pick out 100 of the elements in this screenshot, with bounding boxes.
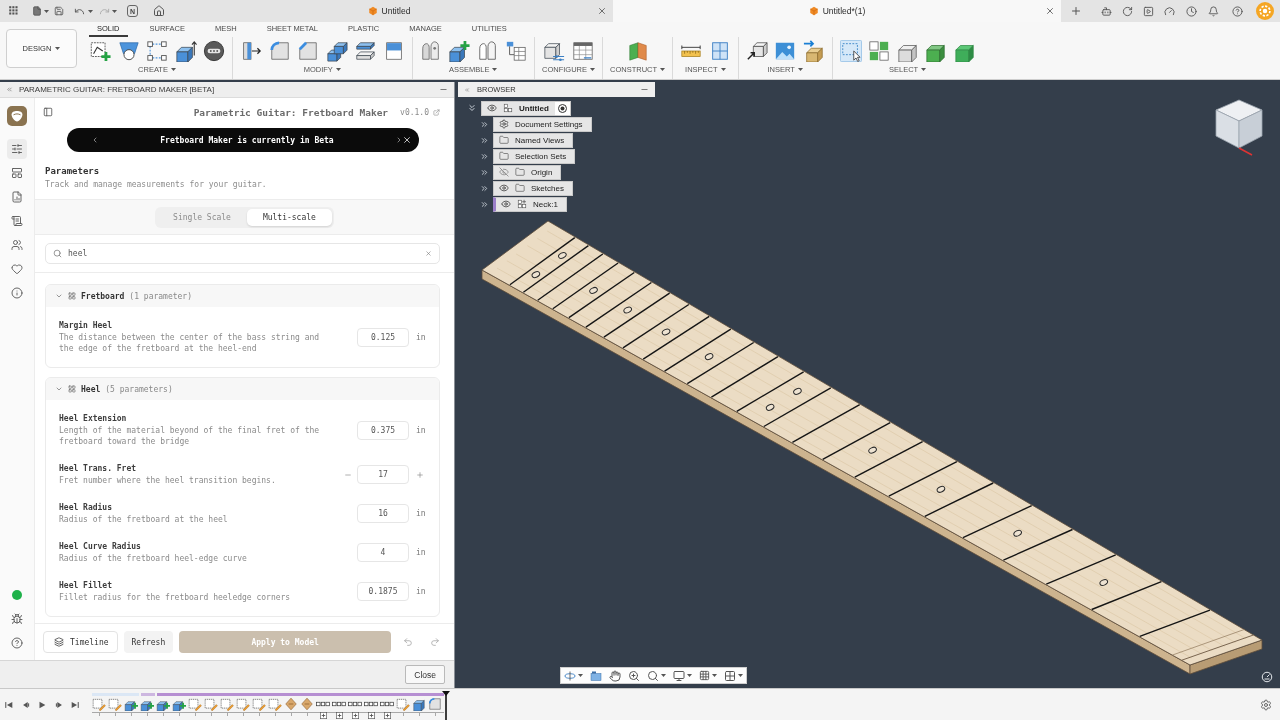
plus-box-icon[interactable] (383, 712, 391, 719)
zoom-icon[interactable] (628, 669, 640, 682)
box-arrow-in-icon[interactable] (745, 39, 768, 62)
timeline-marker-icon[interactable] (442, 691, 450, 720)
clock-icon[interactable] (1186, 5, 1197, 17)
box-arrow-icon[interactable] (174, 39, 197, 62)
number-input[interactable]: 16 (357, 504, 409, 523)
sketch-icon[interactable] (92, 697, 106, 711)
joint-outline-icon[interactable] (476, 39, 499, 62)
close-button[interactable]: Close (405, 665, 445, 684)
sidebar-tab[interactable] (7, 139, 27, 159)
window-select-icon[interactable] (839, 39, 862, 62)
skip-end-icon[interactable] (70, 699, 80, 710)
number-input[interactable]: 0.375 (357, 420, 409, 440)
tree-node[interactable]: Sketches (493, 180, 573, 196)
package-icon[interactable] (802, 39, 825, 62)
plus-box-icon[interactable] (351, 712, 359, 719)
chevron-right-icon[interactable] (395, 136, 403, 144)
chevrons-right-icon[interactable] (480, 135, 489, 145)
scale-option[interactable]: Multi-scale (246, 208, 332, 226)
chevrons-right-icon[interactable] (480, 199, 489, 209)
search-field[interactable]: heel (45, 243, 440, 264)
eye-icon[interactable] (501, 199, 511, 209)
robot-icon[interactable] (1101, 5, 1112, 17)
sketch-icon[interactable] (188, 697, 202, 711)
sketch-icon[interactable] (108, 697, 122, 711)
plus-box-icon[interactable] (367, 712, 375, 719)
skip-start-icon[interactable] (4, 699, 14, 710)
document-tab[interactable]: Untitled*(1) (613, 0, 1061, 22)
look-at-icon[interactable] (590, 669, 602, 682)
document-tab[interactable]: Untitled (165, 0, 613, 22)
chevrons-right-icon[interactable] (480, 151, 489, 161)
radio-target-icon[interactable] (554, 101, 570, 115)
fillet-icon[interactable] (268, 39, 291, 62)
chevron-left-icon[interactable] (91, 136, 99, 144)
bell-icon[interactable] (1208, 5, 1219, 17)
sketch-icon[interactable] (220, 697, 234, 711)
tree-table-icon[interactable] (505, 39, 527, 62)
panel-left-icon[interactable] (43, 107, 53, 117)
close-icon[interactable] (403, 136, 411, 144)
box-plus-icon[interactable] (448, 39, 470, 62)
sketch-icon[interactable] (252, 697, 266, 711)
tree-node[interactable]: Selection Sets (493, 148, 576, 164)
grid-menu-icon[interactable] (9, 6, 19, 16)
tree-node[interactable]: Document Settings (493, 116, 592, 132)
eye-off-icon[interactable] (499, 167, 509, 177)
home-icon[interactable] (153, 5, 165, 17)
plus-box-icon[interactable] (319, 712, 327, 719)
help-icon[interactable] (1232, 5, 1243, 17)
chevrons-right-icon[interactable] (480, 183, 489, 193)
file-icon[interactable] (32, 6, 42, 16)
eye-icon[interactable] (499, 183, 509, 193)
tree-node[interactable]: Origin (493, 164, 562, 180)
number-input[interactable]: 4 (357, 543, 409, 562)
slab-arrow-icon[interactable] (240, 39, 262, 62)
group-header[interactable]: Heel (5 parameters) (46, 378, 439, 400)
play-icon[interactable] (1143, 5, 1154, 17)
stepper-input[interactable]: 17 (357, 465, 409, 484)
settings-icon[interactable] (1260, 698, 1272, 711)
dial-icon[interactable] (1261, 671, 1273, 683)
save-icon[interactable] (54, 6, 64, 16)
new-tab-icon[interactable] (1070, 5, 1082, 17)
dashed-nodes-icon[interactable] (146, 39, 168, 62)
wedge-circle-icon[interactable] (117, 39, 140, 62)
tree-node[interactable]: Neck:1 (493, 196, 567, 212)
refresh-button[interactable]: Refresh (123, 631, 174, 653)
split-plates-icon[interactable] (354, 39, 376, 62)
plus-box-icon[interactable] (335, 712, 343, 719)
timeline-button[interactable]: Timeline (43, 631, 118, 653)
sketch-icon[interactable] (204, 697, 218, 711)
play-icon[interactable] (37, 699, 47, 710)
sketch-icon[interactable] (236, 697, 250, 711)
group-header[interactable]: Fretboard (1 parameter) (46, 285, 439, 307)
refresh-icon[interactable] (1122, 5, 1133, 17)
display-icon[interactable] (673, 669, 685, 682)
tree-node[interactable]: Untitled (481, 100, 571, 116)
step-forward-icon[interactable] (53, 699, 64, 710)
disc-icon[interactable] (203, 39, 225, 62)
eye-icon[interactable] (487, 103, 497, 113)
gauge-icon[interactable] (1164, 5, 1175, 17)
chamfer-icon[interactable] (297, 39, 319, 62)
box-icon[interactable] (412, 697, 426, 711)
selection-grid-icon[interactable] (868, 39, 891, 62)
zoom-window-icon[interactable] (647, 669, 659, 682)
chevrons-right-icon[interactable] (480, 119, 489, 129)
viewports-icon[interactable] (724, 669, 736, 682)
chevrons-down-icon[interactable] (467, 103, 477, 113)
joint-icon[interactable] (419, 39, 442, 62)
number-input[interactable]: 0.1875 (357, 582, 409, 601)
pan-icon[interactable] (609, 669, 621, 682)
diamond-icon[interactable] (284, 697, 298, 711)
chevrons-right-icon[interactable] (480, 167, 489, 177)
number-input[interactable]: 0.125 (357, 327, 409, 347)
grid-icon[interactable] (699, 670, 710, 681)
orbit-icon[interactable] (564, 669, 576, 682)
table-sliders-icon[interactable] (571, 39, 594, 62)
stacked-boxes-icon[interactable] (325, 39, 348, 62)
plane-icon[interactable] (626, 39, 649, 62)
sketch-plus-icon[interactable] (89, 39, 111, 62)
tree-node[interactable]: Named Views (493, 132, 574, 148)
